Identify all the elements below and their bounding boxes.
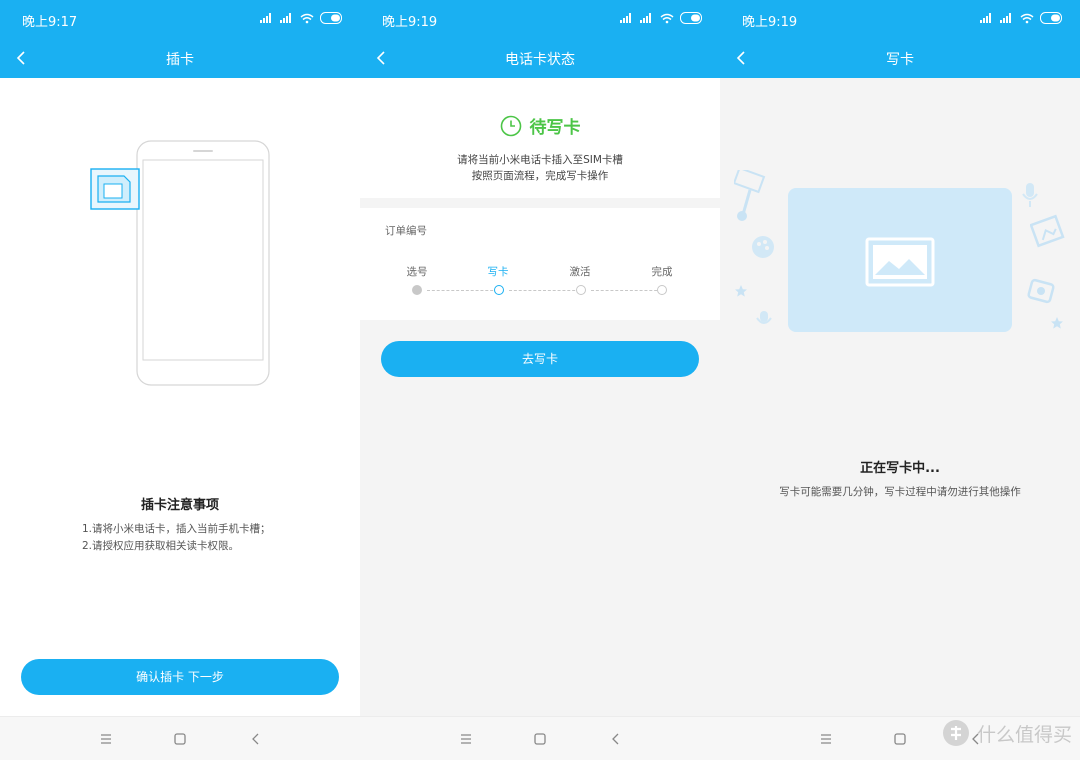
signal-icon bbox=[260, 13, 271, 23]
order-panel: 订单编号 选号 写卡 激活 完成 bbox=[360, 208, 720, 320]
notes-heading: 插卡注意事项 bbox=[140, 498, 219, 513]
background bbox=[360, 320, 720, 716]
signal-icon bbox=[620, 13, 631, 23]
watermark-logo-icon bbox=[942, 720, 969, 746]
signal-icon-2 bbox=[1000, 13, 1011, 23]
step-connector bbox=[591, 290, 662, 291]
screen-writing-card: 晚上9:19 写卡 正在写卡中... 写卡可能需要几分钟，写卡过程中请勿进行其他… bbox=[720, 0, 1080, 760]
camera-icon bbox=[1027, 278, 1055, 304]
nav-bar bbox=[0, 716, 360, 760]
photo-icon bbox=[1030, 214, 1065, 248]
page-title: 插卡 bbox=[166, 52, 194, 68]
watermark-text: 什么值得买 bbox=[976, 723, 1072, 746]
home-icon[interactable] bbox=[531, 730, 549, 748]
desc-line: 请将当前小米电话卡插入至SIM卡槽 bbox=[457, 154, 623, 166]
content: 待写卡 请将当前小米电话卡插入至SIM卡槽 按照页面流程，完成写卡操作 订单编号… bbox=[360, 78, 720, 716]
star-icon-2 bbox=[1051, 317, 1063, 329]
status-label: 待写卡 bbox=[529, 118, 581, 138]
step-dot bbox=[657, 285, 667, 295]
nav-bar bbox=[360, 716, 720, 760]
step-label: 完成 bbox=[651, 266, 673, 278]
notes-list: 1.请将小米电话卡，插入当前手机卡槽； 2.请授权应用获取相关读卡权限。 bbox=[82, 521, 271, 555]
divider bbox=[360, 198, 720, 208]
title-bar: 电话卡状态 bbox=[360, 38, 720, 78]
order-number-label: 订单编号 bbox=[385, 225, 427, 237]
status-time: 晚上9:17 bbox=[22, 15, 78, 30]
wifi-icon bbox=[1020, 13, 1034, 23]
status-time: 晚上9:19 bbox=[382, 15, 438, 30]
desc-line: 按照页面流程，完成写卡操作 bbox=[471, 170, 609, 182]
writing-heading: 正在写卡中... bbox=[860, 461, 940, 476]
sim-card-icon bbox=[90, 168, 140, 210]
status-bar: 晚上9:19 bbox=[720, 0, 1080, 38]
home-icon[interactable] bbox=[171, 730, 189, 748]
status-time: 晚上9:19 bbox=[742, 15, 798, 30]
card-status: 待写卡 bbox=[360, 113, 720, 138]
content: 正在写卡中... 写卡可能需要几分钟，写卡过程中请勿进行其他操作 bbox=[720, 78, 1080, 716]
step-connector bbox=[509, 290, 580, 291]
note-item: 1.请将小米电话卡，插入当前手机卡槽； bbox=[82, 523, 271, 535]
screen-insert-card: 晚上9:17 插卡 插卡注意事项 1.请将小米电话卡，插入当前手机卡槽； 2.请… bbox=[0, 0, 360, 760]
star-icon bbox=[735, 285, 747, 297]
step-dot-active bbox=[494, 285, 504, 295]
signal-icon bbox=[980, 13, 991, 23]
step-dot bbox=[576, 285, 586, 295]
writing-description: 写卡可能需要几分钟，写卡过程中请勿进行其他操作 bbox=[779, 486, 1021, 498]
screen-card-status: 晚上9:19 电话卡状态 待写卡 请将当前小米电话卡插入至SIM卡槽 按照页面流… bbox=[360, 0, 720, 760]
menu-icon[interactable] bbox=[817, 730, 835, 748]
page-title: 电话卡状态 bbox=[505, 52, 575, 68]
microphone-icon bbox=[756, 311, 772, 324]
menu-icon[interactable] bbox=[97, 730, 115, 748]
clock-icon bbox=[500, 115, 521, 136]
palette-icon bbox=[752, 236, 774, 258]
write-card-button[interactable]: 去写卡 bbox=[381, 341, 699, 377]
note-item: 2.请授权应用获取相关读卡权限。 bbox=[82, 540, 240, 552]
step-dot-done bbox=[412, 285, 422, 295]
status-bar: 晚上9:17 bbox=[0, 0, 360, 38]
back-nav-icon[interactable] bbox=[607, 730, 625, 748]
back-nav-icon[interactable] bbox=[247, 730, 265, 748]
phone-illustration bbox=[136, 140, 270, 386]
step-label: 选号 bbox=[406, 266, 428, 278]
signal-icon-2 bbox=[640, 13, 651, 23]
step-connector bbox=[427, 290, 498, 291]
status-description: 请将当前小米电话卡插入至SIM卡槽 按照页面流程，完成写卡操作 bbox=[360, 152, 720, 184]
confirm-next-button[interactable]: 确认插卡 下一步 bbox=[21, 659, 339, 695]
mic-icon bbox=[1022, 183, 1038, 207]
battery-icon bbox=[1040, 12, 1062, 24]
image-placeholder-icon bbox=[865, 237, 935, 287]
menu-icon[interactable] bbox=[457, 730, 475, 748]
home-icon[interactable] bbox=[891, 730, 909, 748]
background bbox=[720, 78, 1080, 716]
title-bar: 插卡 bbox=[0, 38, 360, 78]
page-title: 写卡 bbox=[886, 52, 914, 68]
content: 插卡注意事项 1.请将小米电话卡，插入当前手机卡槽； 2.请授权应用获取相关读卡… bbox=[0, 78, 360, 716]
signal-icon-2 bbox=[280, 13, 291, 23]
step-label: 激活 bbox=[569, 266, 591, 278]
battery-icon bbox=[680, 12, 702, 24]
title-bar: 写卡 bbox=[720, 38, 1080, 78]
status-panel: 待写卡 请将当前小米电话卡插入至SIM卡槽 按照页面流程，完成写卡操作 bbox=[360, 78, 720, 198]
wifi-icon bbox=[660, 13, 674, 23]
film-strip-icon bbox=[734, 170, 766, 221]
wifi-icon bbox=[300, 13, 314, 23]
watermark: 什么值得买 bbox=[941, 718, 1072, 748]
battery-icon bbox=[320, 12, 342, 24]
status-bar: 晚上9:19 bbox=[360, 0, 720, 38]
step-label: 写卡 bbox=[487, 266, 509, 278]
